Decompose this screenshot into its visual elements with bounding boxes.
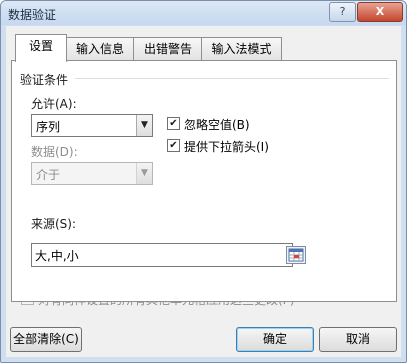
clear-all-button[interactable]: 全部清除(C) bbox=[10, 327, 82, 352]
data-select[interactable]: 介于 ▼ bbox=[31, 162, 153, 185]
source-input[interactable]: 大,中,小 bbox=[31, 243, 306, 267]
cancel-button[interactable]: 取消 bbox=[319, 327, 397, 352]
in-cell-dropdown-label: 提供下拉箭头(I) bbox=[184, 140, 269, 154]
dialog-title: 数据验证 bbox=[8, 8, 57, 22]
data-select-value: 介于 bbox=[36, 168, 61, 182]
help-button[interactable]: ? bbox=[329, 2, 356, 22]
allow-label: 允许(A): bbox=[31, 97, 77, 111]
ignore-blank-label: 忽略空值(B) bbox=[184, 118, 250, 132]
tab-input-message[interactable]: 输入信息 bbox=[65, 37, 135, 60]
tab-error-alert[interactable]: 出错警告 bbox=[133, 37, 203, 60]
dialog-body: 设置 输入信息 出错警告 输入法模式 验证条件 允许(A): 序列 ▼ ✔ 忽略… bbox=[6, 26, 401, 357]
chevron-down-icon[interactable]: ▼ bbox=[136, 115, 152, 136]
source-label: 来源(S): bbox=[31, 217, 77, 231]
data-validation-dialog: 数据验证 ? X 设置 输入信息 出错警告 输入法模式 验证条件 允许(A): … bbox=[0, 0, 407, 363]
close-button[interactable]: X bbox=[357, 2, 403, 22]
section-title: 验证条件 bbox=[20, 73, 69, 87]
data-label: 数据(D): bbox=[31, 145, 78, 159]
allow-select[interactable]: 序列 ▼ bbox=[31, 114, 153, 137]
chevron-down-icon[interactable]: ▼ bbox=[136, 163, 152, 184]
title-bar[interactable]: 数据验证 ? X bbox=[1, 1, 406, 25]
tab-settings[interactable]: 设置 bbox=[15, 34, 67, 62]
in-cell-dropdown-checkbox[interactable]: ✔ bbox=[167, 139, 180, 152]
ignore-blank-checkbox[interactable]: ✔ bbox=[167, 117, 180, 130]
section-separator bbox=[75, 78, 389, 79]
tab-ime-mode[interactable]: 输入法模式 bbox=[201, 37, 282, 60]
source-input-value: 大,中,小 bbox=[35, 249, 79, 263]
range-select-icon[interactable] bbox=[286, 246, 306, 264]
allow-select-value: 序列 bbox=[36, 120, 61, 134]
ok-button[interactable]: 确定 bbox=[236, 327, 314, 352]
settings-panel: 验证条件 允许(A): 序列 ▼ ✔ 忽略空值(B) ✔ 提供下拉箭头(I) 数… bbox=[11, 60, 397, 302]
